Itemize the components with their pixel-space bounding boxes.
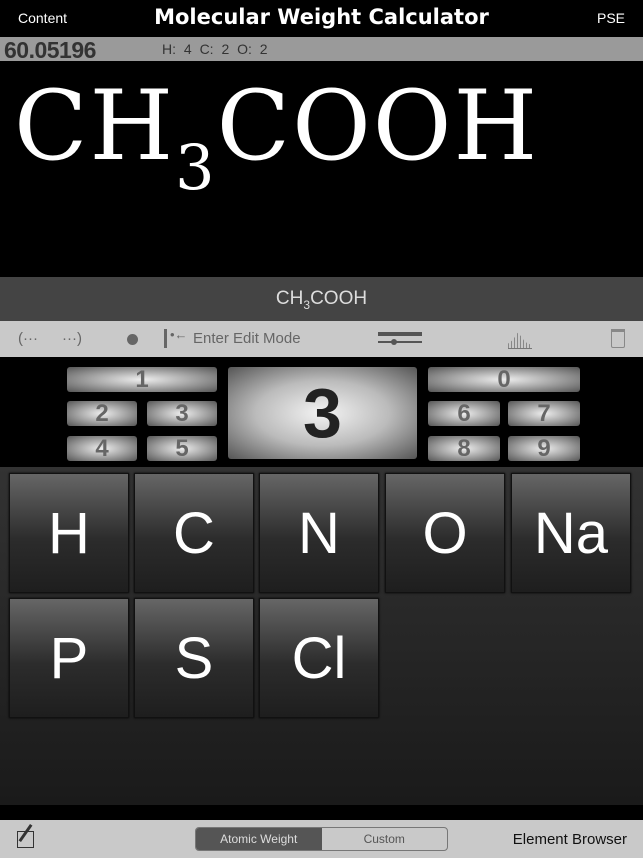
number-key-3[interactable]: 3 [147, 401, 217, 426]
number-key-5[interactable]: 5 [147, 436, 217, 461]
arrow-icon: •← [170, 327, 188, 342]
number-key-9[interactable]: 9 [508, 436, 580, 461]
navigation-bar: Content Molecular Weight Calculator PSE [0, 0, 643, 37]
formula-part: CH [275, 288, 304, 309]
number-key-2[interactable]: 2 [67, 401, 137, 426]
segment-atomic-weight[interactable]: Atomic Weight [196, 828, 322, 850]
element-button-p[interactable]: P [9, 598, 129, 718]
number-key-0[interactable]: 0 [428, 367, 580, 392]
cursor-icon [164, 329, 167, 348]
element-button-n[interactable]: N [259, 473, 379, 593]
slider-icon[interactable] [378, 332, 422, 346]
close-paren-button[interactable]: ···) [62, 330, 82, 347]
formula-part: CH [14, 70, 176, 182]
element-counts: H: 4 C: 2 O: 2 [162, 41, 268, 57]
formula-part: COOH [216, 70, 540, 182]
segment-custom[interactable]: Custom [322, 828, 448, 850]
histogram-icon[interactable] [508, 332, 532, 349]
element-button-s[interactable]: S [134, 598, 254, 718]
number-key-4[interactable]: 4 [67, 436, 137, 461]
element-button-o[interactable]: O [385, 473, 505, 593]
element-browser-button[interactable]: Element Browser [513, 831, 627, 848]
pse-button[interactable]: PSE [597, 10, 625, 26]
formula-bar: CH3COOH [0, 277, 643, 321]
molecular-weight: 60.05196 [4, 37, 96, 63]
selected-number-display: 3 [228, 367, 417, 459]
trash-icon[interactable] [611, 329, 625, 348]
open-paren-button[interactable]: (··· [18, 330, 38, 347]
number-key-6[interactable]: 6 [428, 401, 500, 426]
element-button-c[interactable]: C [134, 473, 254, 593]
number-key-1[interactable]: 1 [67, 367, 217, 392]
formula-part: COOH [310, 288, 368, 309]
element-button-cl[interactable]: Cl [259, 598, 379, 718]
number-key-8[interactable]: 8 [428, 436, 500, 461]
result-bar: 60.05196 H: 4 C: 2 O: 2 [0, 37, 643, 63]
weight-mode-segmented-control: Atomic Weight Custom [195, 827, 448, 851]
formula-display: CH3COOH [14, 70, 539, 204]
number-key-7[interactable]: 7 [508, 401, 580, 426]
dot-icon[interactable] [127, 334, 138, 345]
formula-subscript: 3 [175, 131, 217, 204]
edit-mode-button[interactable]: Enter Edit Mode [193, 330, 301, 347]
app-title: Molecular Weight Calculator [154, 5, 489, 29]
element-grid: H C N O Na P S Cl [0, 467, 643, 805]
bottom-toolbar: Atomic Weight Custom Element Browser [0, 820, 643, 858]
edit-toolbar: (··· ···) •← Enter Edit Mode [0, 321, 643, 357]
formula-text: CH3COOH [0, 288, 643, 312]
element-button-na[interactable]: Na [511, 473, 631, 593]
element-button-h[interactable]: H [9, 473, 129, 593]
